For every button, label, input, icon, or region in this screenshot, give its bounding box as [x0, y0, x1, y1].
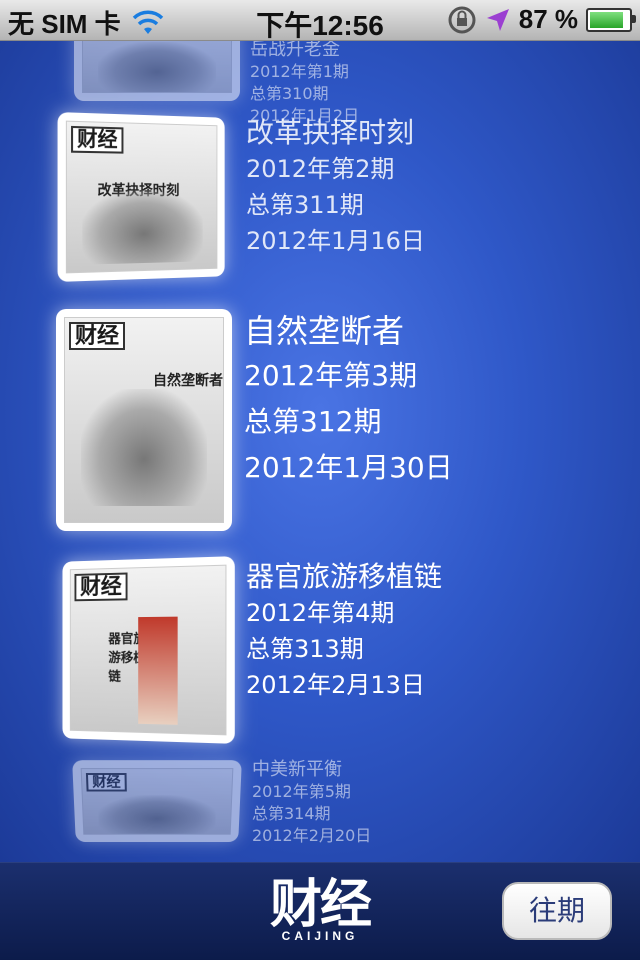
issue-cover[interactable]: 财经: [72, 760, 242, 843]
issue-number: 2012年第5期: [252, 782, 351, 801]
battery-level: [590, 11, 624, 28]
cover-logo: 财经: [69, 322, 126, 351]
cover-image: 财经 自然垄断者: [64, 317, 224, 523]
issue-title: 器官旅游移植链: [246, 560, 443, 593]
location-arrow-icon: [486, 8, 509, 31]
cover-image: [82, 41, 232, 93]
issue-title: 岳战升老金: [250, 41, 340, 60]
issue-date: 2012年1月16日: [246, 227, 425, 255]
issue-item[interactable]: 财经 中美新平衡 2012年第5期 总第314期 2012年2月20日: [0, 757, 640, 847]
issue-item[interactable]: 岳战升老金 2012年第1期 总第310期 2012年1月2日: [0, 41, 640, 125]
issue-cover[interactable]: 财经 改革抉择时刻: [57, 112, 225, 282]
issue-date: 2012年2月20日: [252, 826, 372, 845]
issue-total: 总第310期: [250, 84, 329, 103]
cover-image: 财经 器官旅游移植链: [69, 564, 227, 736]
issue-title: 自然垄断者: [244, 312, 405, 350]
issue-cover[interactable]: 财经 器官旅游移植链: [62, 556, 235, 744]
issue-date: 2012年1月30日: [244, 451, 453, 484]
cover-art: [97, 42, 217, 92]
issue-number: 2012年第4期: [246, 599, 395, 627]
cover-image: 财经: [80, 768, 234, 835]
battery-percent: 87 %: [518, 4, 578, 34]
issue-cover[interactable]: [74, 41, 240, 101]
issue-date: 2012年2月13日: [246, 671, 425, 699]
issue-info: 自然垄断者 2012年第3期 总第312期 2012年1月30日: [244, 309, 453, 491]
archive-button[interactable]: 往期: [502, 882, 612, 940]
cover-logo: 财经: [74, 572, 128, 602]
issue-number: 2012年第2期: [246, 155, 395, 183]
cover-logo: 财经: [85, 773, 127, 792]
issue-title: 改革抉择时刻: [246, 116, 415, 149]
issue-item[interactable]: 财经 自然垄断者 自然垄断者 2012年第3期 总第312期 2012年1月30…: [0, 307, 640, 533]
status-bar: 无 SIM 卡 下午12:56 87 %: [0, 0, 640, 41]
issue-title: 中美新平衡: [252, 759, 342, 780]
cover-art: [97, 795, 217, 834]
issue-cover[interactable]: 财经 自然垄断者: [56, 309, 232, 531]
cover-headline: 自然垄断者: [153, 373, 223, 389]
rotation-lock-icon: [448, 6, 476, 33]
issue-total: 总第312期: [244, 405, 382, 438]
issue-total: 总第313期: [246, 635, 364, 663]
battery-icon: [586, 7, 636, 32]
cover-art: [138, 616, 178, 725]
issue-item[interactable]: 财经 改革抉择时刻 改革抉择时刻 2012年第2期 总第311期 2012年1月…: [0, 111, 640, 283]
cover-art: [82, 189, 203, 265]
issue-number: 2012年第3期: [244, 359, 418, 392]
cover-art: [80, 389, 208, 506]
issue-shelf[interactable]: 岳战升老金 2012年第1期 总第310期 2012年1月2日 财经 改革抉择时…: [0, 41, 640, 862]
issue-number: 2012年第1期: [250, 62, 349, 81]
cover-logo: 财经: [71, 125, 124, 154]
issue-item[interactable]: 财经 器官旅游移植链 器官旅游移植链 2012年第4期 总第313期 2012年…: [0, 556, 640, 745]
issue-info: 改革抉择时刻 2012年第2期 总第311期 2012年1月16日: [246, 115, 425, 259]
cover-image: 财经 改革抉择时刻: [65, 120, 218, 274]
issue-total: 总第314期: [252, 804, 331, 823]
issue-info: 中美新平衡 2012年第5期 总第314期 2012年2月20日: [252, 759, 371, 847]
issue-total: 总第311期: [246, 191, 364, 219]
status-right: 87 %: [447, 4, 636, 35]
issue-info: 器官旅游移植链 2012年第4期 总第313期 2012年2月13日: [246, 559, 442, 703]
